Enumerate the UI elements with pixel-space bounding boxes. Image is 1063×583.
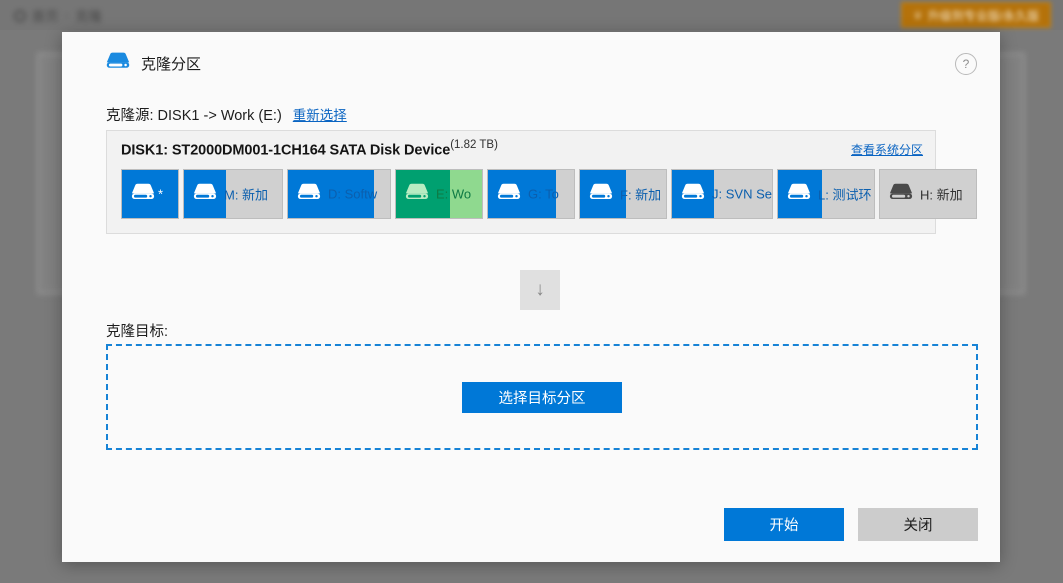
clock-icon — [14, 9, 26, 22]
partition-free-space — [556, 170, 574, 218]
partition-block[interactable]: L: 测试环 — [777, 169, 875, 219]
upgrade-button-label: 升级到专业版/永久版 — [927, 8, 1040, 23]
partition-free-space — [926, 170, 976, 218]
partition-used-space — [396, 170, 450, 218]
partition-used-space — [880, 170, 926, 218]
partition-block[interactable]: F: 新加 — [579, 169, 667, 219]
partition-free-space — [374, 170, 390, 218]
partition-used-space — [184, 170, 226, 218]
clone-target-dropzone[interactable]: 选择目标分区 — [106, 344, 978, 450]
view-system-partition-link[interactable]: 查看系统分区 — [851, 141, 923, 158]
hard-drive-icon — [131, 183, 155, 205]
partition-strip: * M: 新加 D: Softw E: Wo G: To F: 新加 J: SVN Se L:… — [121, 169, 977, 219]
clone-partition-dialog: 克隆分区 ? 克隆源: DISK1 -> Work (E:) 重新选择 DISK… — [62, 32, 1000, 562]
clone-source-text: 克隆源: DISK1 -> Work (E:) — [106, 108, 282, 124]
disk-capacity: (1.82 TB) — [450, 139, 498, 151]
select-target-partition-button[interactable]: 选择目标分区 — [462, 381, 622, 413]
source-disk-panel: DISK1: ST2000DM001-1CH164 SATA Disk Devi… — [106, 130, 977, 234]
crown-icon: ♕ — [912, 9, 923, 22]
dialog-title: 克隆分区 — [141, 55, 202, 73]
hard-drive-icon — [681, 183, 705, 205]
breadcrumb-current: 克隆 — [75, 9, 103, 24]
partition-block[interactable]: D: Softw — [287, 169, 391, 219]
hard-drive-icon — [405, 183, 429, 205]
partition-block[interactable]: M: 新加 — [183, 169, 283, 219]
disk-name: DISK1: ST2000DM001-1CH164 SATA Disk Devi… — [121, 142, 451, 159]
down-arrow-glyph: ↓ — [535, 279, 545, 300]
partition-block[interactable]: E: Wo — [395, 169, 483, 219]
reselect-source-link[interactable]: 重新选择 — [293, 104, 347, 124]
close-button[interactable]: 关闭 — [858, 508, 978, 541]
disk-title: DISK1: ST2000DM001-1CH164 SATA Disk Devi… — [121, 139, 498, 159]
partition-used-space — [580, 170, 626, 218]
chevron-right-icon: › — [65, 9, 70, 22]
partition-used-space — [288, 170, 374, 218]
partition-block[interactable]: H: 新加 — [879, 169, 977, 219]
dialog-footer: 开始 关闭 — [724, 508, 978, 541]
disk-header: DISK1: ST2000DM001-1CH164 SATA Disk Devi… — [121, 139, 923, 159]
partition-free-space — [822, 170, 874, 218]
clone-target-label: 克隆目标: — [106, 324, 169, 340]
hard-drive-icon — [589, 183, 613, 205]
hard-drive-icon — [497, 183, 521, 205]
clone-source-line: 克隆源: DISK1 -> Work (E:) 重新选择 — [106, 104, 347, 125]
upgrade-button[interactable]: ♕ 升级到专业版/永久版 — [901, 2, 1051, 28]
partition-free-space — [450, 170, 482, 218]
help-question-mark: ? — [962, 57, 970, 71]
hard-drive-icon — [297, 183, 321, 205]
start-button[interactable]: 开始 — [724, 508, 844, 541]
partition-used-space — [672, 170, 714, 218]
partition-block[interactable]: J: SVN Se — [671, 169, 773, 219]
partition-free-space — [226, 170, 282, 218]
partition-block[interactable]: * — [121, 169, 179, 219]
hard-drive-icon — [787, 183, 811, 205]
breadcrumb-item-home: 首页 — [32, 9, 60, 24]
hard-drive-icon — [889, 183, 913, 205]
hard-drive-icon — [193, 183, 217, 205]
partition-used-space — [488, 170, 556, 218]
partition-used-space — [778, 170, 822, 218]
help-icon[interactable]: ? — [955, 53, 977, 75]
partition-free-space — [626, 170, 666, 218]
dialog-title-group: 克隆分区 — [106, 52, 201, 74]
hard-drive-icon — [106, 52, 130, 74]
dialog-titlebar: 克隆分区 ? — [62, 32, 1000, 94]
breadcrumb: 首页 › 克隆 — [14, 6, 102, 25]
partition-used-space — [122, 170, 178, 218]
partition-free-space — [714, 170, 772, 218]
down-arrow-icon[interactable]: ↓ — [520, 270, 560, 310]
partition-block[interactable]: G: To — [487, 169, 575, 219]
